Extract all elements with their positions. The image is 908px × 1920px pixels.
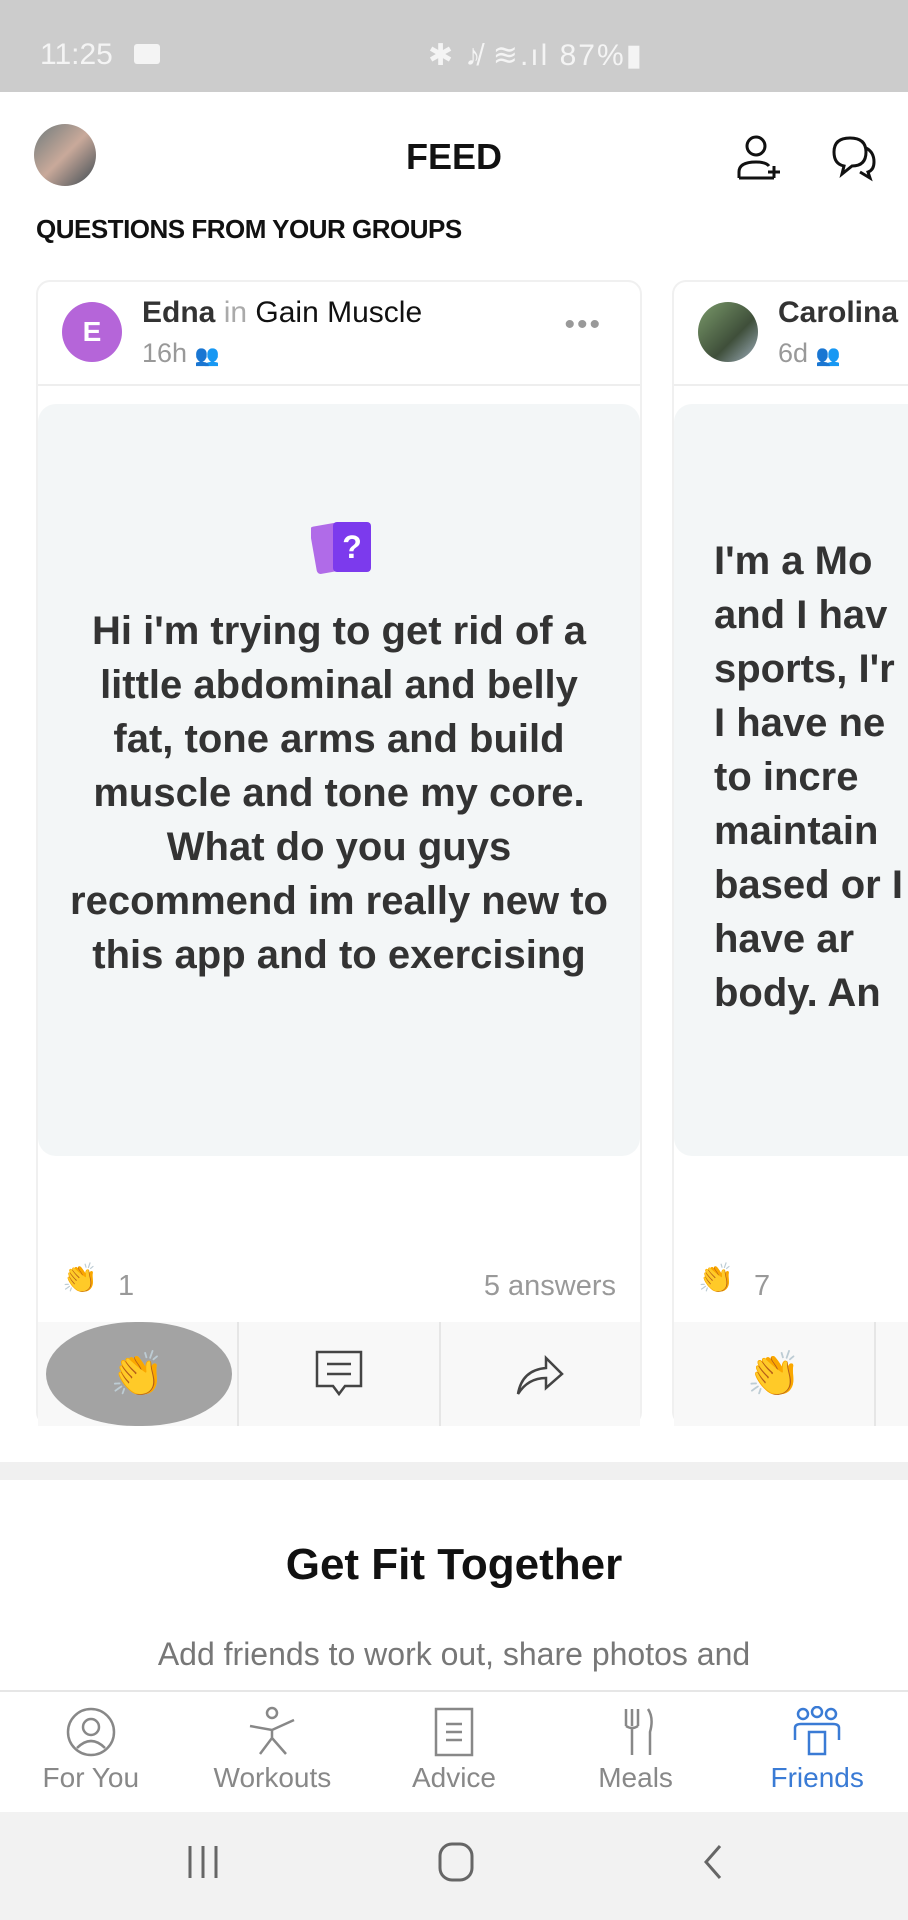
- question-card[interactable]: E Edna in Gain Muscle 16h 👥 ••• ? Hi i'm…: [36, 280, 642, 1426]
- group-icon: 👥: [194, 345, 220, 367]
- group-name[interactable]: Gain Muscle: [255, 296, 422, 329]
- tab-workouts[interactable]: Workouts: [182, 1692, 364, 1812]
- bottom-nav: For You Workouts Advice Meals Friends: [0, 1690, 908, 1812]
- comment-button[interactable]: [237, 1322, 438, 1426]
- clap-emoji-icon: 👏: [62, 1263, 99, 1295]
- clap-emoji-icon: 👏: [698, 1263, 735, 1295]
- tab-friends[interactable]: Friends: [726, 1692, 908, 1812]
- recent-apps-icon[interactable]: [186, 1842, 220, 1882]
- tab-for-you[interactable]: For You: [0, 1692, 182, 1812]
- status-time: 11:25: [40, 38, 113, 71]
- system-nav-bar: [0, 1812, 908, 1920]
- question-body[interactable]: I'm a Mo and I hav sports, I'r I have ne…: [674, 404, 908, 1156]
- author-avatar[interactable]: E: [62, 302, 122, 362]
- clap-count: 7: [754, 1270, 771, 1302]
- clap-button[interactable]: 👏: [38, 1322, 237, 1426]
- clap-button[interactable]: 👏: [674, 1322, 874, 1426]
- for-you-icon: [66, 1707, 116, 1757]
- tab-label: Advice: [411, 1762, 496, 1793]
- advice-icon: [434, 1707, 474, 1757]
- author-name[interactable]: Carolina: [778, 296, 898, 329]
- share-button[interactable]: [438, 1322, 640, 1426]
- clap-count: 1: [118, 1270, 135, 1302]
- group-icon: 👥: [815, 345, 841, 367]
- svg-text:?: ?: [342, 529, 362, 565]
- comment-icon: [315, 1350, 363, 1397]
- home-icon[interactable]: [436, 1840, 476, 1884]
- author-name[interactable]: Edna: [142, 296, 215, 329]
- clap-icon: 👏: [110, 1350, 166, 1399]
- question-body[interactable]: ? Hi i'm trying to get rid of a little a…: [38, 404, 640, 1156]
- section-divider: [0, 1462, 908, 1480]
- section-title: QUESTIONS FROM YOUR GROUPS: [36, 214, 462, 244]
- video-record-icon: [134, 44, 160, 64]
- author-avatar[interactable]: [698, 302, 758, 362]
- question-cards-icon: ?: [311, 522, 371, 574]
- messages-icon[interactable]: [830, 132, 878, 182]
- tab-label: Workouts: [213, 1762, 332, 1793]
- more-options-icon[interactable]: •••: [564, 308, 602, 342]
- promo-title: Get Fit Together: [285, 1540, 623, 1589]
- workouts-icon: [250, 1706, 295, 1755]
- in-label: in: [223, 296, 248, 329]
- meals-icon: [624, 1708, 653, 1755]
- add-friend-icon[interactable]: [734, 132, 784, 182]
- friends-icon: [793, 1706, 841, 1756]
- comment-button[interactable]: [874, 1322, 908, 1426]
- tab-label: Friends: [770, 1762, 864, 1793]
- clap-icon: 👏: [746, 1350, 802, 1399]
- question-card[interactable]: Carolina 6d 👥 I'm a Mo and I hav sports,…: [672, 280, 908, 1426]
- tab-label: For You: [42, 1762, 140, 1793]
- back-icon[interactable]: [698, 1842, 728, 1882]
- promo-subtitle: Add friends to work out, share photos an…: [157, 1636, 751, 1672]
- post-time: 16h: [142, 338, 188, 368]
- tab-label: Meals: [598, 1762, 673, 1793]
- question-text: Hi i'm trying to get rid of a little abd…: [70, 609, 608, 977]
- post-time: 6d: [778, 338, 809, 368]
- answers-link[interactable]: 5 answers: [484, 1270, 616, 1303]
- status-bar: 11:25 ✱ ♪̸ ≋.ıl 87%▮: [0, 0, 908, 92]
- tab-advice[interactable]: Advice: [363, 1692, 545, 1812]
- share-icon: [517, 1354, 565, 1395]
- tab-meals[interactable]: Meals: [545, 1692, 727, 1812]
- app-header: FEED: [0, 92, 908, 222]
- question-text: I'm a Mo and I hav sports, I'r I have ne…: [714, 539, 903, 1015]
- status-icons: ✱ ♪̸ ≋.ıl 87%▮: [428, 39, 645, 72]
